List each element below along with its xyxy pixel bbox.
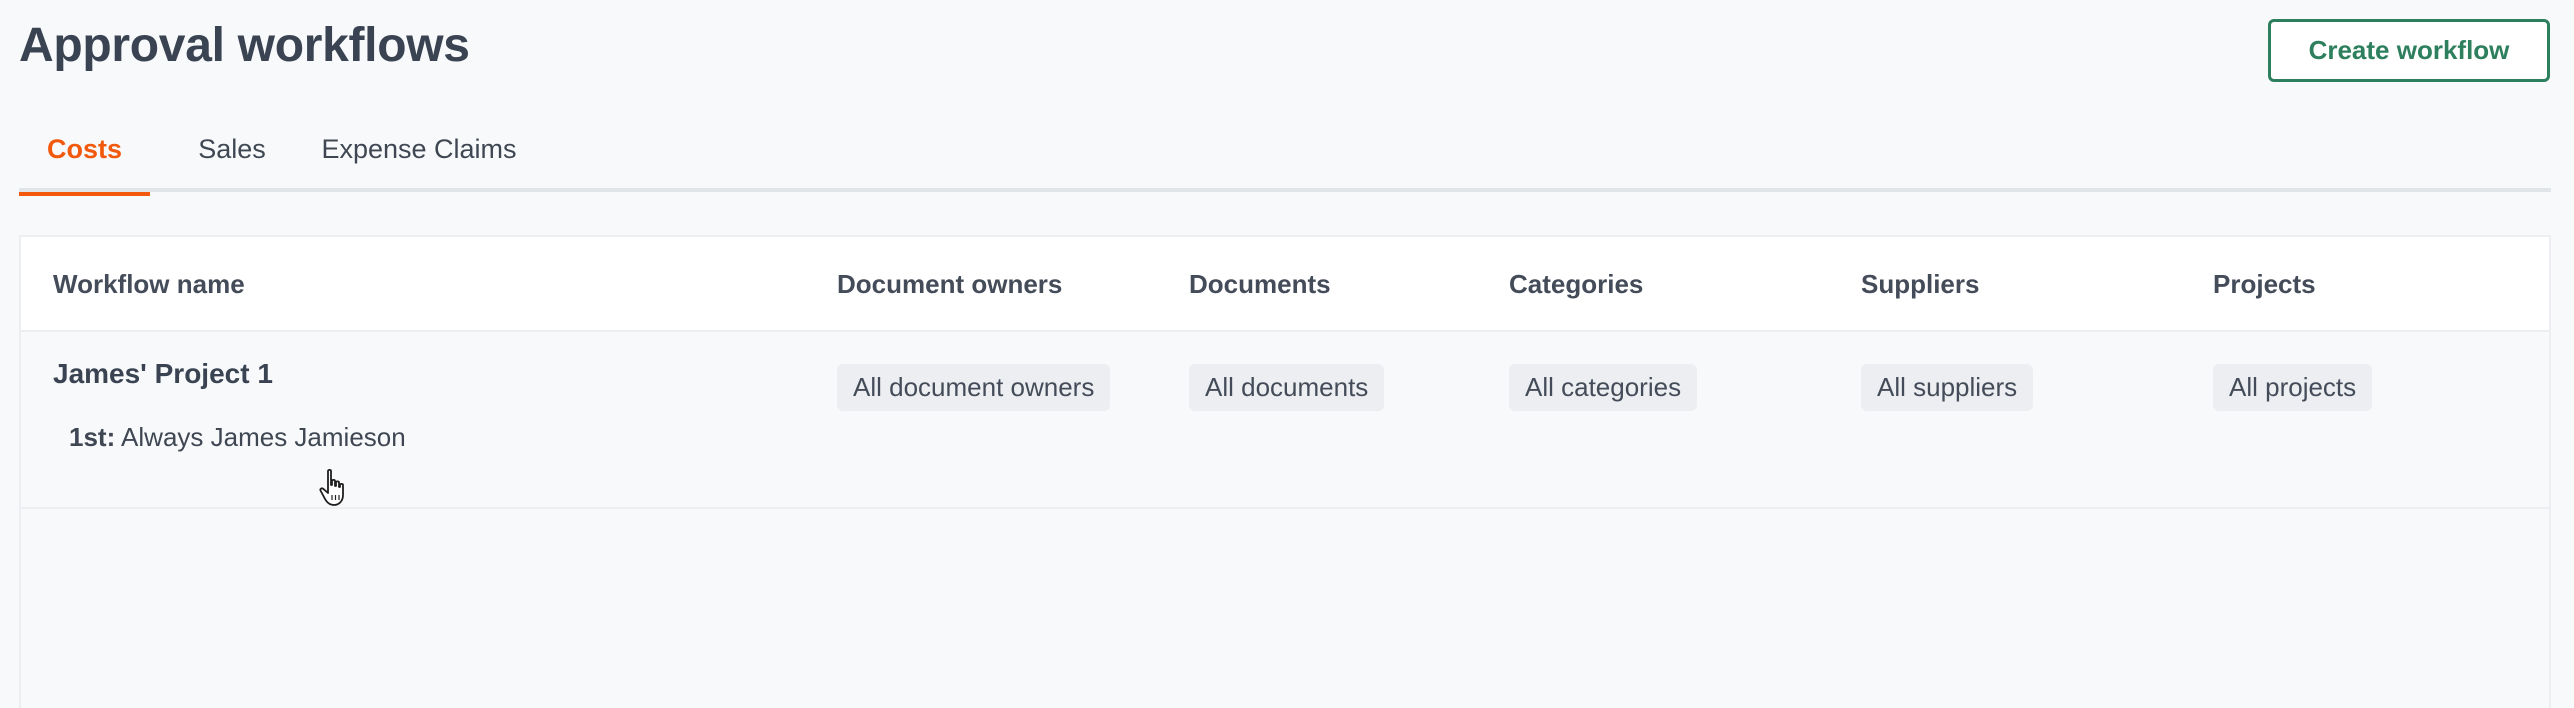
categories-chip: All categories xyxy=(1509,364,1698,411)
column-header-categories: Categories xyxy=(1509,269,1644,299)
page-title: Approval workflows xyxy=(19,19,470,72)
column-header-documents: Documents xyxy=(1189,269,1331,299)
approval-step-ordinal: 1st: xyxy=(69,422,116,452)
tab-costs[interactable]: Costs xyxy=(19,115,150,196)
column-header-document-owners: Document owners xyxy=(837,269,1063,299)
documents-chip: All documents xyxy=(1189,364,1385,411)
tab-expense-claims[interactable]: Expense Claims xyxy=(309,115,529,192)
workflows-table: Workflow name Document owners Documents … xyxy=(19,235,2551,708)
suppliers-chip: All suppliers xyxy=(1861,364,2034,411)
column-header-suppliers: Suppliers xyxy=(1861,269,1980,299)
hand-pointer-icon xyxy=(319,468,344,506)
table-row[interactable]: James' Project 1 1st: Always James Jamie… xyxy=(21,332,2549,509)
approval-workflows-page: Approval workflows Create workflow Costs… xyxy=(0,0,2574,708)
approval-step: 1st: Always James Jamieson xyxy=(69,422,406,453)
create-workflow-button[interactable]: Create workflow xyxy=(2268,19,2550,82)
tab-sales[interactable]: Sales xyxy=(161,115,303,192)
document-owners-chip: All document owners xyxy=(837,364,1111,411)
workflow-name: James' Project 1 xyxy=(53,358,273,389)
column-header-projects: Projects xyxy=(2213,269,2316,299)
workflow-tabs: Costs Sales Expense Claims xyxy=(19,115,2551,196)
projects-chip: All projects xyxy=(2213,364,2373,411)
approval-step-text: Always James Jamieson xyxy=(121,422,406,452)
table-header: Workflow name Document owners Documents … xyxy=(21,237,2549,332)
column-header-workflow-name: Workflow name xyxy=(53,269,245,299)
